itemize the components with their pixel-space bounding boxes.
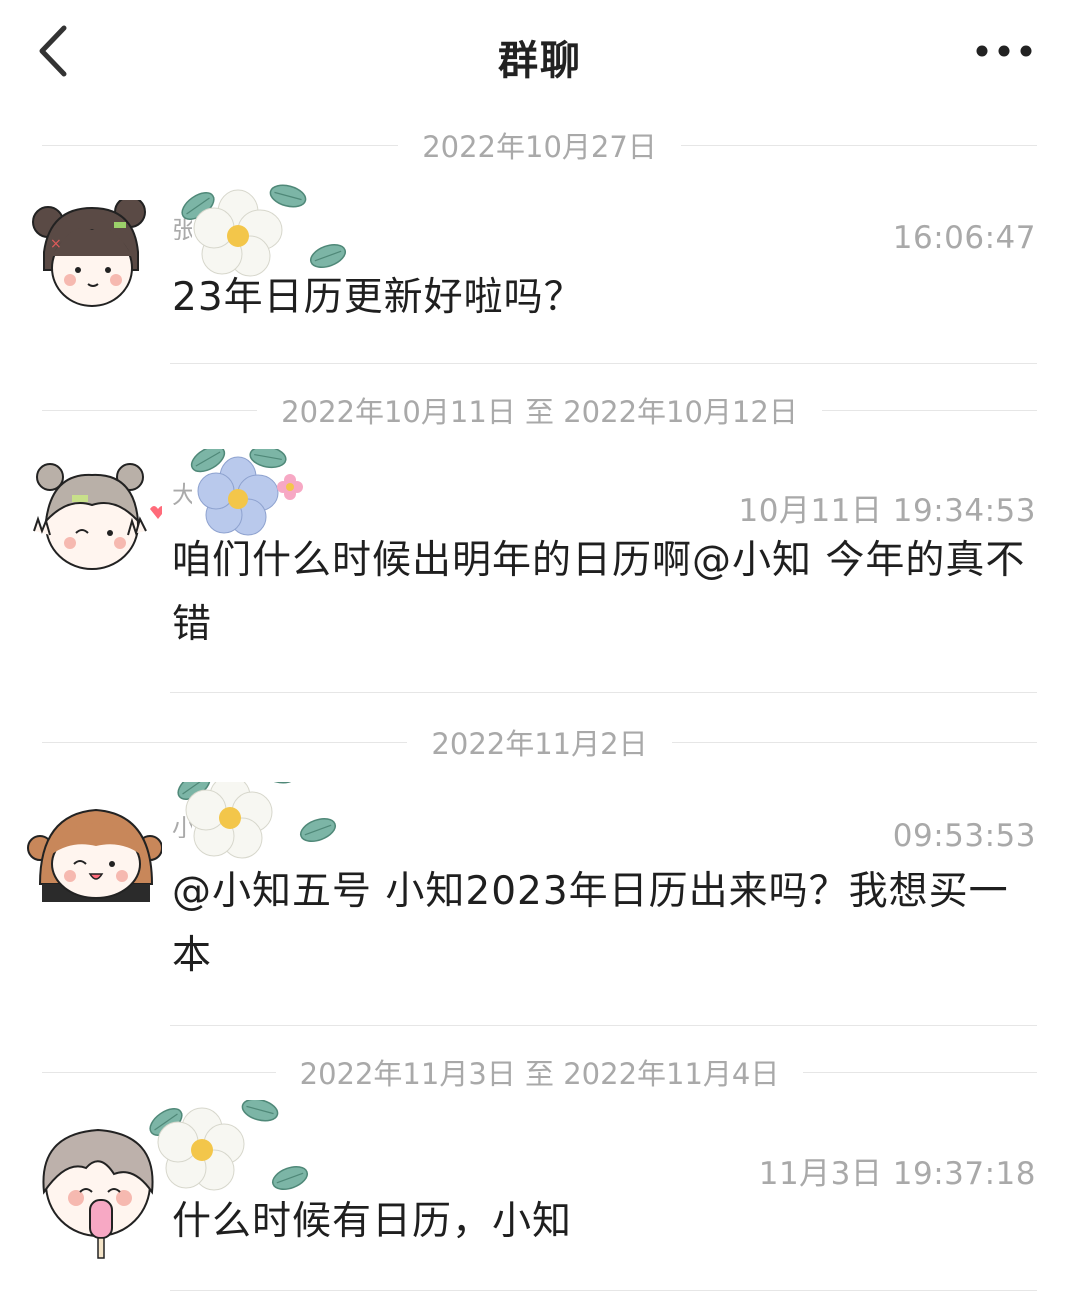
- divider: [42, 409, 258, 411]
- divider: [680, 144, 1038, 146]
- date-separator: 2022年10月27日: [42, 125, 1038, 165]
- more-button[interactable]: [972, 34, 1036, 68]
- message-text: 什么时候有日历，小知: [172, 1199, 573, 1244]
- date-label: 2022年10月27日: [422, 130, 657, 164]
- more-dots-icon: [976, 45, 1032, 57]
- date-separator: 2022年11月2日: [42, 722, 1037, 762]
- message-time: 11月3日 19:37:18: [758, 1156, 1036, 1192]
- svg-text:×: ×: [50, 236, 62, 252]
- message-time: 16:06:47: [892, 220, 1036, 256]
- date-label: 2022年10月11日 至 2022年10月12日: [281, 395, 798, 429]
- date-label: 2022年11月3日 至 2022年11月4日: [299, 1057, 780, 1091]
- top-bar: 群聊: [0, 0, 1080, 108]
- avatar[interactable]: ×: [16, 200, 162, 320]
- divider: [170, 363, 1037, 364]
- avatar[interactable]: [16, 461, 162, 581]
- page-title: 群聊: [498, 38, 582, 84]
- divider: [671, 741, 1037, 743]
- avatar[interactable]: [16, 792, 162, 912]
- divider: [821, 409, 1037, 411]
- divider: [170, 692, 1037, 693]
- date-separator: 2022年10月11日 至 2022年10月12日: [42, 390, 1037, 430]
- divider: [803, 1071, 1037, 1073]
- message-text: 23年日历更新好啦吗？: [172, 275, 584, 320]
- divider: [42, 1071, 276, 1073]
- date-separator: 2022年11月3日 至 2022年11月4日: [42, 1052, 1037, 1092]
- message-text: @小知五号 小知2023年日历出来吗？我想买一本: [172, 869, 1009, 978]
- date-label: 2022年11月2日: [431, 727, 648, 761]
- message-text: 咱们什么时候出明年的日历啊@小知 今年的真不错: [172, 538, 1026, 647]
- message-time: 10月11日 19:34:53: [738, 493, 1036, 529]
- divider: [170, 1290, 1037, 1291]
- flower-sticker-icon: [144, 1100, 312, 1195]
- divider: [42, 144, 399, 146]
- divider: [170, 1025, 1037, 1026]
- divider: [42, 741, 408, 743]
- message-time: 09:53:53: [892, 818, 1036, 854]
